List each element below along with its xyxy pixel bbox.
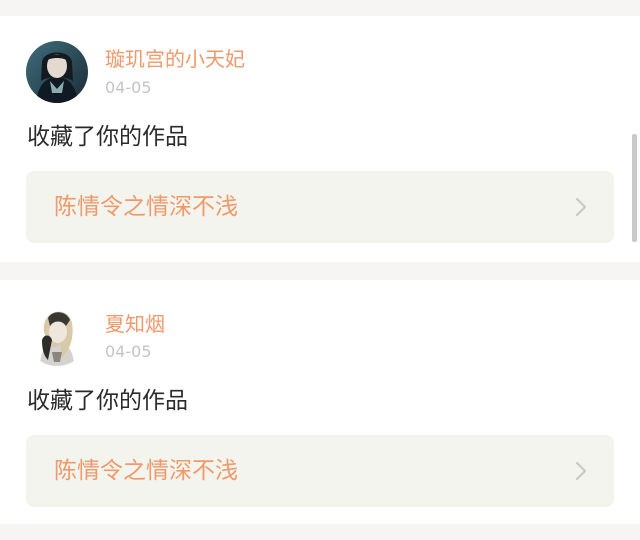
user-avatar-icon[interactable]	[26, 304, 88, 366]
work-title: 陈情令之情深不浅	[54, 458, 238, 484]
notification-date: 04-05	[105, 342, 152, 361]
chevron-right-icon	[574, 195, 588, 219]
action-text: 收藏了你的作品	[27, 388, 188, 414]
work-link-card[interactable]: 陈情令之情深不浅	[26, 435, 614, 507]
notification-card: 璇玑宫的小天妃 04-05 收藏了你的作品 陈情令之情深不浅	[0, 16, 640, 262]
username[interactable]: 璇玑宫的小天妃	[105, 47, 245, 71]
work-title: 陈情令之情深不浅	[54, 194, 238, 220]
username[interactable]: 夏知烟	[105, 312, 165, 336]
user-avatar-icon[interactable]	[26, 41, 88, 103]
notification-card: 夏知烟 04-05 收藏了你的作品 陈情令之情深不浅	[0, 280, 640, 524]
notification-screen: 璇玑宫的小天妃 04-05 收藏了你的作品 陈情令之情深不浅 夏知烟 04-05…	[0, 0, 640, 540]
work-link-card[interactable]: 陈情令之情深不浅	[26, 171, 614, 243]
chevron-right-icon	[574, 459, 588, 483]
action-text: 收藏了你的作品	[27, 124, 188, 150]
notification-date: 04-05	[105, 78, 152, 97]
scrollbar[interactable]	[632, 134, 637, 242]
